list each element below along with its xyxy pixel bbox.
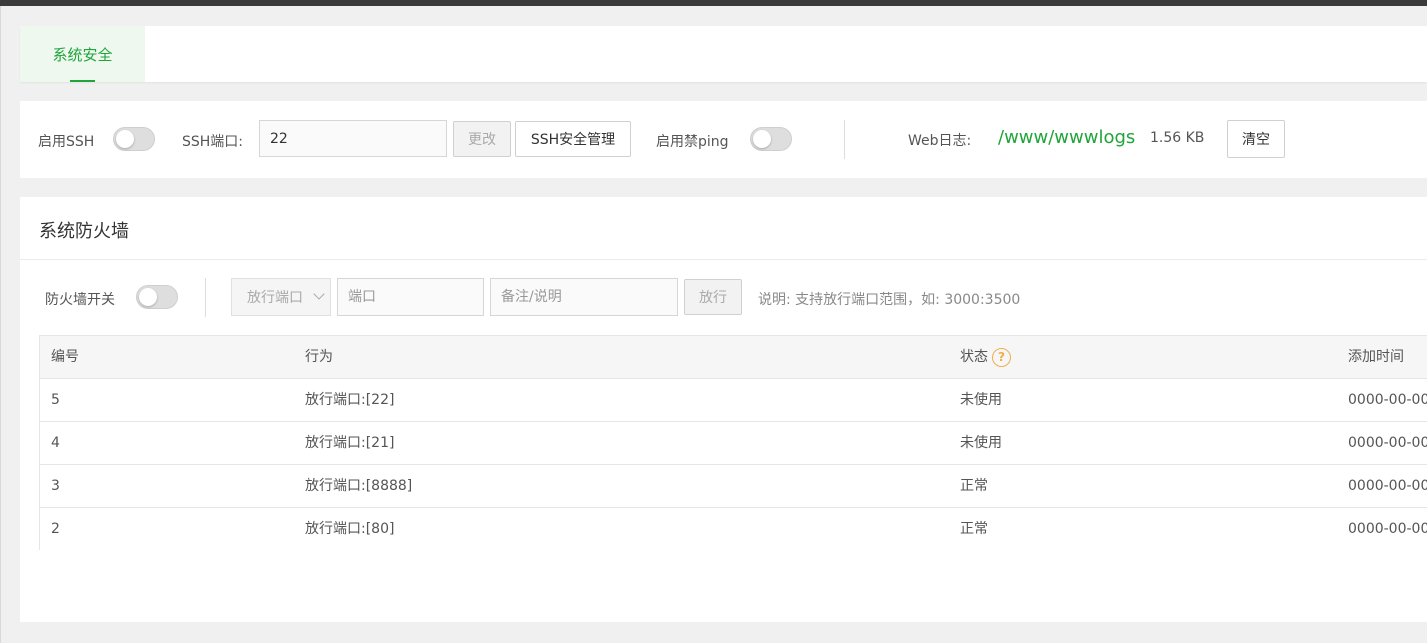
rule-type-select[interactable]: 放行端口 (231, 278, 331, 316)
firewall-title: 系统防火墙 (39, 221, 129, 242)
web-log-path-link[interactable]: /www/wwwlogs (998, 127, 1135, 148)
table-header: 编号 行为 状态? 添加时间 (40, 336, 1427, 379)
cell-status: 正常 (960, 478, 988, 494)
web-log-size: 1.56 KB (1150, 130, 1205, 146)
header-status: 状态? (960, 336, 1011, 378)
table-row: 4 放行端口:[21] 未使用 0000-00-00 (40, 422, 1427, 465)
firewall-hint: 说明: 支持放行端口范围，如: 3000:3500 (758, 292, 1021, 308)
table-row: 2 放行端口:[80] 正常 0000-00-00 (40, 508, 1427, 550)
cell-id: 4 (51, 435, 60, 451)
cell-id: 2 (51, 521, 60, 537)
firewall-toggle[interactable] (136, 285, 178, 309)
header-id: 编号 (51, 349, 79, 365)
divider (844, 120, 845, 159)
header-time: 添加时间 (1348, 349, 1404, 365)
tab-label: 系统安全 (52, 45, 113, 64)
firewall-switch-label: 防火墙开关 (45, 292, 115, 308)
cell-time: 0000-00-00 (1348, 478, 1427, 494)
enable-ssh-toggle[interactable] (113, 127, 155, 151)
toggle-knob (753, 130, 771, 148)
cell-status: 未使用 (960, 392, 1002, 408)
cell-action: 放行端口:[22] (305, 392, 395, 408)
divider (205, 278, 206, 317)
header-action: 行为 (305, 349, 333, 365)
question-circle-icon[interactable]: ? (992, 347, 1011, 367)
cell-time: 0000-00-00 (1348, 392, 1427, 408)
ssh-port-input[interactable] (259, 120, 447, 157)
clear-log-button[interactable]: 清空 (1227, 120, 1285, 158)
select-value: 放行端口 (247, 290, 303, 306)
tab-bar: 系统安全 (20, 26, 1427, 82)
firewall-header-divider (20, 259, 1427, 260)
cell-action: 放行端口:[8888] (305, 478, 413, 494)
tab-active-indicator (70, 80, 95, 82)
chevron-down-icon (313, 288, 325, 300)
ssh-settings-panel: 启用SSH SSH端口: 更改 SSH安全管理 启用禁ping Web日志: /… (20, 101, 1427, 178)
web-log-label: Web日志: (908, 133, 972, 149)
port-input[interactable] (337, 278, 484, 316)
cell-time: 0000-00-00 (1348, 435, 1427, 451)
tab-system-security[interactable]: 系统安全 (20, 26, 145, 82)
cell-id: 3 (51, 478, 60, 494)
disable-ping-toggle[interactable] (750, 127, 792, 151)
cell-status: 未使用 (960, 435, 1002, 451)
firewall-rules-table: 编号 行为 状态? 添加时间 5 放行端口:[22] 未使用 0000-00-0… (39, 335, 1427, 550)
toggle-knob (116, 130, 134, 148)
window-top-bar (0, 0, 1427, 6)
table-row: 5 放行端口:[22] 未使用 0000-00-00 (40, 379, 1427, 422)
left-border (0, 6, 1, 643)
cell-action: 放行端口:[21] (305, 435, 395, 451)
enable-ssh-label: 启用SSH (38, 134, 95, 150)
cell-time: 0000-00-00 (1348, 521, 1427, 537)
note-input[interactable] (490, 278, 678, 316)
allow-port-button[interactable]: 放行 (684, 279, 742, 315)
header-status-label: 状态 (960, 349, 988, 365)
disable-ping-label: 启用禁ping (656, 134, 729, 150)
ssh-security-manage-button[interactable]: SSH安全管理 (515, 121, 631, 157)
table-row: 3 放行端口:[8888] 正常 0000-00-00 (40, 465, 1427, 508)
change-port-button[interactable]: 更改 (453, 121, 511, 157)
cell-action: 放行端口:[80] (305, 521, 395, 537)
firewall-panel: 系统防火墙 防火墙开关 放行端口 放行 说明: 支持放行端口范围，如: 3000… (20, 197, 1427, 622)
toggle-knob (139, 288, 157, 306)
cell-status: 正常 (960, 521, 988, 537)
cell-id: 5 (51, 392, 60, 408)
ssh-port-label: SSH端口: (182, 134, 244, 150)
